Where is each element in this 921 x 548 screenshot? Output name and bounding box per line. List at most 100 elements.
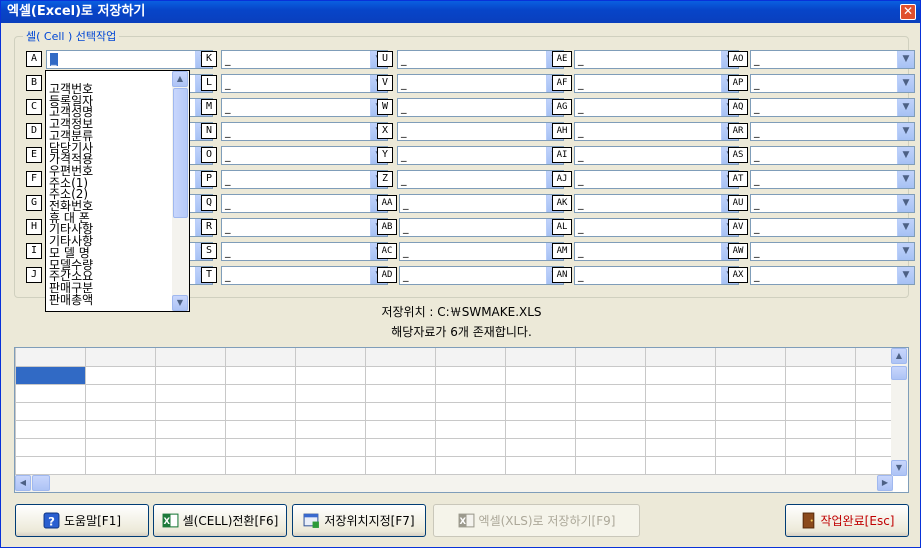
scroll-thumb[interactable]	[891, 366, 907, 380]
combobox-value: _	[578, 149, 584, 162]
cell-row-V: V_▼	[377, 74, 564, 94]
chevron-down-icon[interactable]: ▼	[897, 171, 914, 188]
column-field-combobox[interactable]: _▼	[574, 50, 739, 69]
combobox-value: _	[578, 53, 584, 66]
column-field-combobox[interactable]: _▼	[46, 50, 213, 69]
cell-row-AO: AO _ ▼	[728, 50, 915, 70]
chevron-down-icon[interactable]: ▼	[897, 195, 914, 212]
column-label: AW	[728, 243, 748, 259]
cell-row-AL: AL_▼	[552, 218, 739, 238]
column-field-combobox[interactable]: _▼	[750, 218, 915, 237]
column-field-combobox[interactable]: _▼	[574, 194, 739, 213]
chevron-down-icon[interactable]: ▼	[897, 99, 914, 116]
scroll-thumb[interactable]	[32, 475, 50, 491]
column-field-combobox[interactable]: _▼	[574, 242, 739, 261]
chevron-down-icon[interactable]: ▼	[897, 75, 914, 92]
cell-row-Q: Q_▼	[201, 194, 388, 214]
column-field-combobox[interactable]: _▼	[221, 98, 388, 117]
column-field-combobox[interactable]: _▼	[221, 74, 388, 93]
combobox-value: _	[578, 269, 584, 282]
column-field-combobox[interactable]: _▼	[750, 194, 915, 213]
combobox-value: _	[401, 173, 407, 186]
column-field-combobox[interactable]: _▼	[750, 146, 915, 165]
column-field-combobox[interactable]: _▼	[399, 218, 564, 237]
column-field-combobox[interactable]: _▼	[574, 74, 739, 93]
cell-row-AH: AH_▼	[552, 122, 739, 142]
column-field-combobox[interactable]: _▼	[221, 242, 388, 261]
chevron-down-icon[interactable]: ▼	[897, 147, 914, 164]
column-field-combobox[interactable]: _▼	[221, 122, 388, 141]
scroll-up-icon[interactable]: ▲	[172, 71, 188, 87]
done-button[interactable]: 작업완료[Esc]	[785, 504, 909, 537]
column-field-combobox[interactable]: _▼	[574, 218, 739, 237]
dropdown-scrollbar[interactable]: ▲ ▼	[172, 71, 189, 311]
cell-row-AC: AC_▼	[377, 242, 564, 262]
cell-row-AT: AT _ ▼	[728, 170, 915, 190]
preview-spreadsheet[interactable]: ▲ ▼ ◀ ▶	[14, 347, 909, 493]
dropdown-item[interactable]: 모 델 명	[49, 247, 90, 259]
combobox-value: _	[754, 77, 760, 90]
cell-row-K: K_▼	[201, 50, 388, 70]
scroll-thumb[interactable]	[173, 88, 188, 218]
vertical-scrollbar[interactable]: ▲ ▼	[891, 348, 908, 476]
combobox-value: _	[578, 125, 584, 138]
column-field-combobox[interactable]: _▼	[221, 194, 388, 213]
chevron-down-icon[interactable]: ▼	[897, 243, 914, 260]
horizontal-scrollbar[interactable]: ◀ ▶	[15, 475, 893, 492]
save-location-icon	[303, 513, 320, 528]
help-button[interactable]: ? 도움말[F1]	[15, 504, 149, 537]
cell-convert-label: 셀(CELL)전환[F6]	[182, 514, 279, 528]
column-field-combobox[interactable]: _▼	[750, 242, 915, 261]
column-label: AE	[552, 51, 572, 67]
scroll-right-icon[interactable]: ▶	[877, 475, 893, 491]
close-button[interactable]: ✕	[900, 4, 916, 20]
dropdown-item[interactable]: 고객분류	[49, 130, 93, 142]
combobox-value: _	[401, 125, 407, 138]
chevron-down-icon[interactable]: ▼	[897, 123, 914, 140]
field-dropdown-list[interactable]: 고객번호 등록일자 고객성명 고객정보 고객분류 담당기사 가격적용 우편번호 주소(1) 주소(…	[45, 70, 190, 312]
column-field-combobox[interactable]: _▼	[221, 266, 388, 285]
cell-row-Y: Y_▼	[377, 146, 564, 166]
column-field-combobox[interactable]: _▼	[750, 98, 915, 117]
column-field-combobox[interactable]: _▼	[574, 146, 739, 165]
cell-row-AD: AD_▼	[377, 266, 564, 286]
spreadsheet-gridlines	[15, 348, 893, 476]
column-field-combobox[interactable]: _▼	[750, 74, 915, 93]
chevron-down-icon[interactable]: ▼	[897, 219, 914, 236]
column-field-combobox[interactable]: _▼	[574, 170, 739, 189]
cell-row-AJ: AJ_▼	[552, 170, 739, 190]
cell-convert-button[interactable]: X 셀(CELL)전환[F6]	[153, 504, 287, 537]
scroll-up-icon[interactable]: ▲	[891, 348, 907, 364]
column-field-combobox[interactable]: _▼	[221, 50, 388, 69]
set-location-button[interactable]: 저장위치지정[F7]	[292, 504, 426, 537]
column-field-combobox[interactable]: _▼	[399, 194, 564, 213]
column-field-combobox[interactable]: _▼	[221, 218, 388, 237]
column-field-combobox[interactable]: _▼	[397, 146, 564, 165]
column-label: AQ	[728, 99, 748, 115]
column-field-combobox[interactable]: _▼	[399, 266, 564, 285]
column-label: V	[377, 75, 393, 91]
chevron-down-icon[interactable]: ▼	[897, 267, 914, 284]
column-field-combobox[interactable]: _▼	[399, 242, 564, 261]
combobox-value: _	[225, 245, 231, 258]
column-field-combobox[interactable]: _▼	[221, 146, 388, 165]
column-field-combobox[interactable]: _▼	[397, 170, 564, 189]
column-field-combobox[interactable]: _▼	[750, 266, 915, 285]
column-field-combobox[interactable]: _▼	[397, 74, 564, 93]
column-field-combobox[interactable]: _▼	[221, 170, 388, 189]
scroll-left-icon[interactable]: ◀	[15, 475, 31, 491]
column-label: T	[201, 267, 217, 283]
column-field-combobox[interactable]: _▼	[397, 122, 564, 141]
chevron-down-icon[interactable]: ▼	[897, 51, 914, 68]
column-field-combobox[interactable]: _▼	[397, 50, 564, 69]
combobox-value: _	[754, 221, 760, 234]
column-field-combobox[interactable]: _▼	[574, 266, 739, 285]
save-excel-button[interactable]: X 엑셀(XLS)로 저장하기[F9]	[433, 504, 640, 537]
column-field-combobox[interactable]: _▼	[750, 170, 915, 189]
scroll-down-icon[interactable]: ▼	[891, 460, 907, 476]
column-field-combobox[interactable]: _▼	[750, 50, 915, 69]
column-field-combobox[interactable]: _▼	[750, 122, 915, 141]
column-field-combobox[interactable]: _▼	[574, 98, 739, 117]
column-field-combobox[interactable]: _▼	[397, 98, 564, 117]
column-field-combobox[interactable]: _▼	[574, 122, 739, 141]
